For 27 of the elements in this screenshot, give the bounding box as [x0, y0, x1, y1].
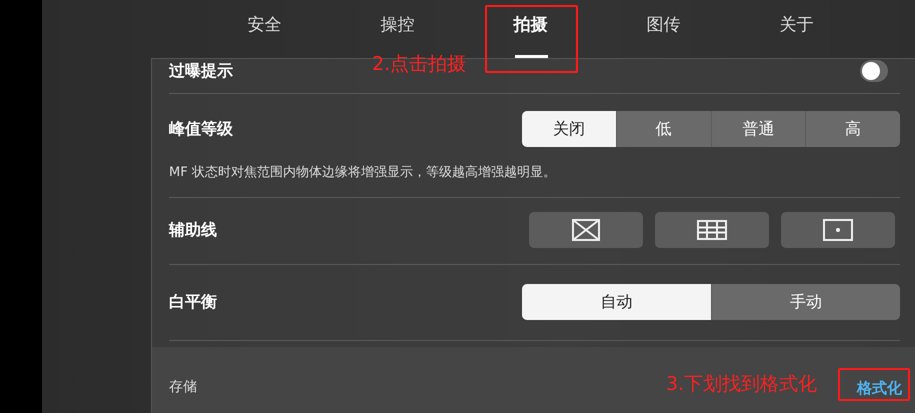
segment-option[interactable]: 手动 — [710, 284, 900, 320]
annotation-text: 3.下划找到格式化 — [666, 375, 818, 394]
setting-label: 峰值等级 — [169, 118, 233, 140]
grid-icon — [697, 220, 727, 240]
tab-underline — [514, 55, 548, 58]
grid-cross-icon — [572, 218, 600, 240]
setting-label: 白平衡 — [169, 290, 217, 312]
toggle-switch[interactable] — [860, 60, 888, 82]
segment-option[interactable]: 低 — [616, 111, 710, 147]
center-point-icon — [823, 218, 853, 240]
annotation-text: 2.点击拍摄 — [372, 55, 466, 74]
setting-description: MF 状态时对焦范围内物体边缘将增强显示，等级越高增强越明显。 — [169, 164, 557, 182]
setting-label: 辅助线 — [169, 218, 217, 240]
grid-option-button[interactable] — [655, 212, 769, 248]
grid-option-button[interactable] — [529, 212, 643, 248]
segment-option[interactable]: 普通 — [710, 111, 806, 147]
segment-option[interactable]: 自动 — [522, 284, 710, 320]
segment-option[interactable]: 高 — [805, 111, 900, 147]
format-button[interactable]: 格式化 — [849, 374, 910, 401]
grid-option-button[interactable] — [781, 212, 895, 248]
tab[interactable]: 关于 — [730, 0, 863, 58]
segment-option[interactable]: 关闭 — [522, 111, 616, 147]
setting-label: 过曝提示 — [169, 60, 233, 82]
tab[interactable]: 图传 — [597, 0, 730, 58]
tab[interactable]: 拍摄 — [464, 0, 597, 58]
section-label: 存储 — [169, 378, 197, 398]
tab[interactable]: 安全 — [198, 0, 331, 58]
